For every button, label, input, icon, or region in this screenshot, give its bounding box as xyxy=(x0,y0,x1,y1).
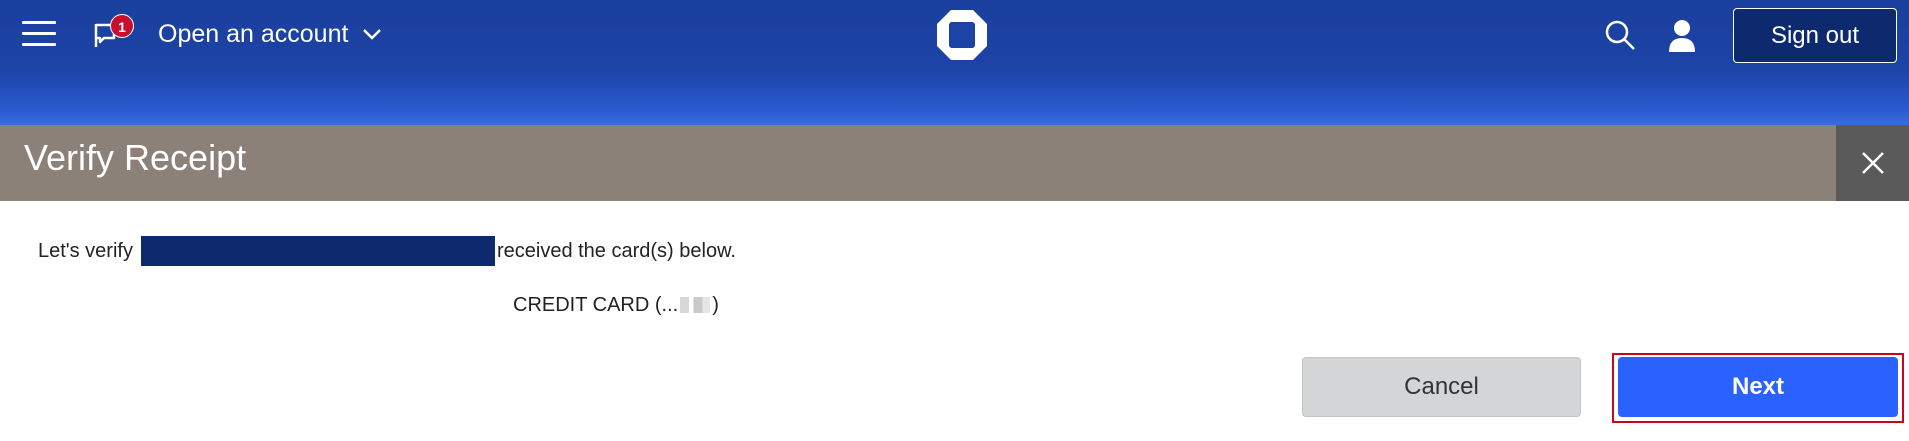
verify-message-suffix: received the card(s) below. xyxy=(496,239,736,262)
card-label-suffix: ) xyxy=(712,293,719,316)
credit-card-item: CREDIT CARD (... ) xyxy=(513,292,719,318)
cancel-button[interactable]: Cancel xyxy=(1302,357,1581,417)
dialog-title-bar: Verify Receipt xyxy=(0,125,1836,201)
verify-message: Let's verify received the card(s) below. xyxy=(38,236,736,266)
notification-count-badge: 1 xyxy=(110,14,134,38)
chevron-down-icon xyxy=(363,29,382,40)
close-button[interactable] xyxy=(1836,125,1909,201)
page-title: Verify Receipt xyxy=(24,137,247,178)
close-icon xyxy=(1862,152,1884,174)
top-navigation-bar: 1 Open an account Sign out xyxy=(0,0,1909,125)
verify-message-prefix: Let's verify xyxy=(38,239,133,262)
open-account-label: Open an account xyxy=(158,19,349,48)
open-account-dropdown[interactable]: Open an account xyxy=(158,16,382,52)
masked-card-digits xyxy=(680,297,711,313)
chase-logo-icon[interactable] xyxy=(935,8,989,62)
user-profile-icon[interactable] xyxy=(1666,18,1698,54)
next-button[interactable]: Next xyxy=(1618,357,1898,417)
card-label-prefix: CREDIT CARD (... xyxy=(513,293,679,316)
notifications-button[interactable]: 1 xyxy=(92,14,136,54)
redacted-name xyxy=(140,236,495,266)
sign-out-button[interactable]: Sign out xyxy=(1733,8,1897,63)
hamburger-menu-icon[interactable] xyxy=(22,18,56,48)
search-icon[interactable] xyxy=(1603,18,1637,52)
